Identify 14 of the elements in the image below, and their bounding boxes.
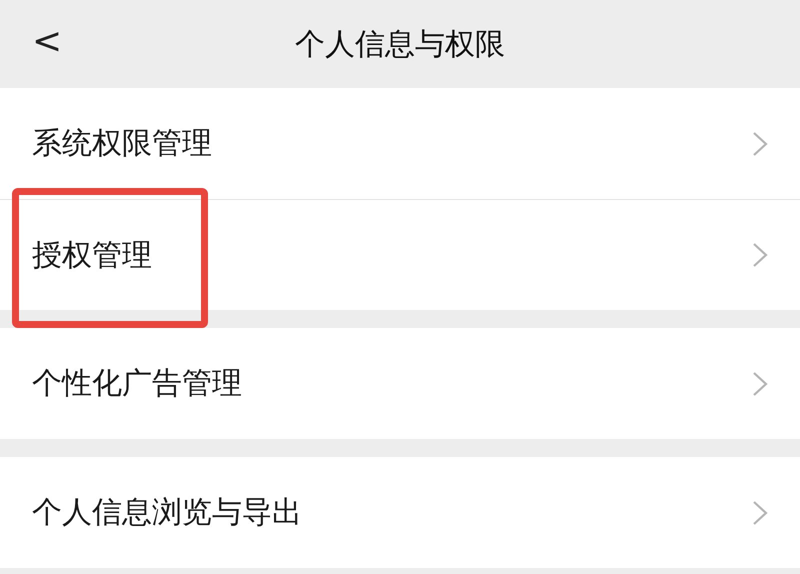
menu-item[interactable]: 系统权限管理 bbox=[0, 88, 800, 199]
back-button[interactable]: < bbox=[26, 20, 68, 64]
chevron-right-icon bbox=[752, 370, 768, 396]
menu-item[interactable]: 授权管理 bbox=[0, 199, 800, 310]
chevron-right-icon bbox=[752, 242, 768, 268]
menu-item[interactable]: 个性化广告管理 bbox=[0, 328, 800, 439]
chevron-right-icon bbox=[752, 130, 768, 156]
item-label: 系统权限管理 bbox=[32, 125, 212, 163]
item-label: 个性化广告管理 bbox=[32, 365, 242, 403]
menu-item[interactable]: 个人信息浏览与导出 bbox=[0, 457, 800, 568]
page-title: 个人信息与权限 bbox=[295, 26, 505, 64]
item-label: 个人信息浏览与导出 bbox=[32, 494, 302, 532]
chevron-right-icon bbox=[752, 500, 768, 526]
item-label: 授权管理 bbox=[32, 236, 152, 274]
